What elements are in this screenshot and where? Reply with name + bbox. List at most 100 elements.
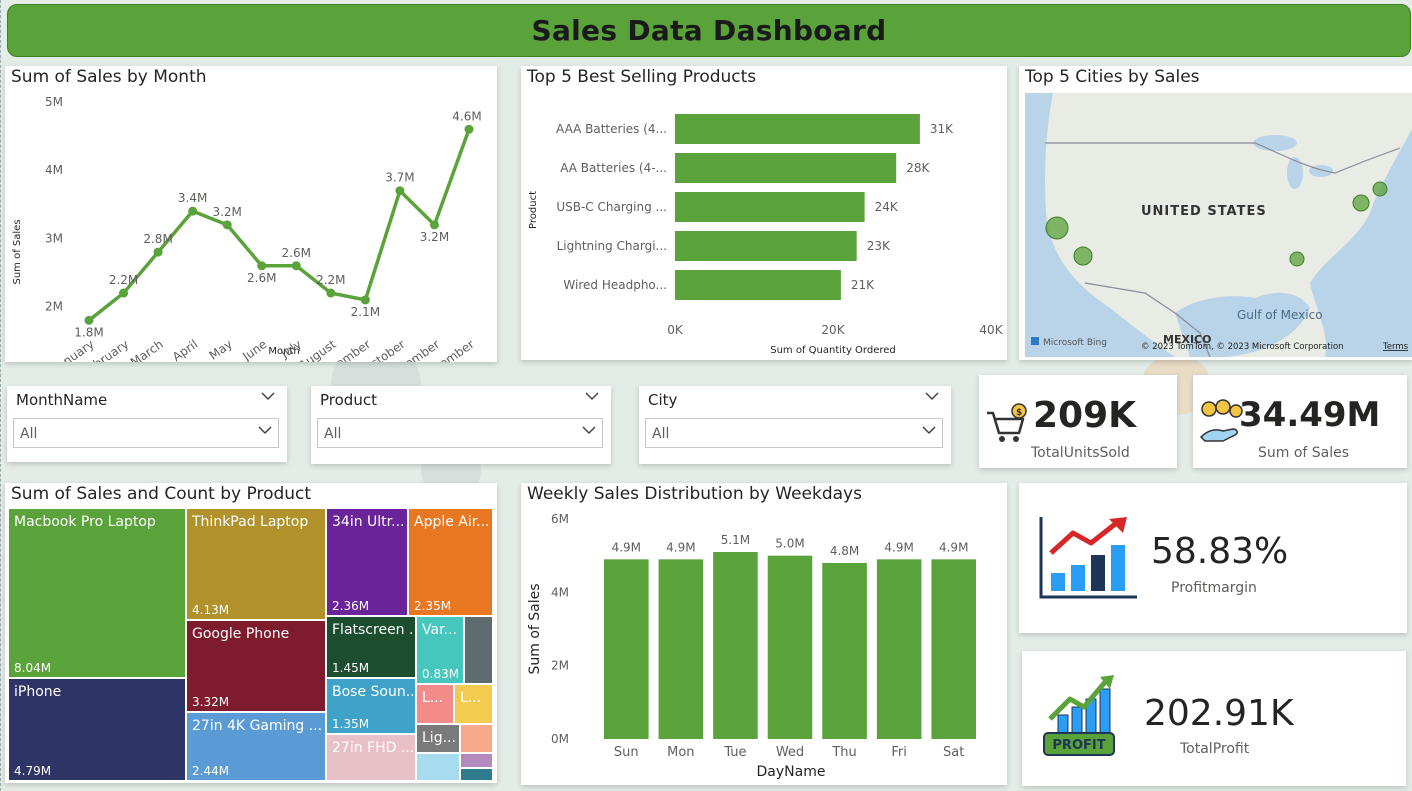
data-label: 4.9M <box>666 540 695 554</box>
slicer-title: City <box>648 391 678 409</box>
y-axis-title: Sum of Sales <box>12 219 23 284</box>
data-label: 28K <box>906 161 930 175</box>
svg-text:$: $ <box>1016 408 1022 418</box>
chevron-down-icon[interactable] <box>582 425 596 435</box>
city-bubble[interactable] <box>1372 181 1388 197</box>
treemap-cell[interactable] <box>464 616 493 684</box>
treemap-cell[interactable]: Apple Air... 2.35M <box>408 508 493 616</box>
sales-by-product-card[interactable]: Sum of Sales and Count by Product Macboo… <box>5 483 497 783</box>
treemap-cell-label: Flatscreen ... <box>332 622 416 638</box>
x-tick-label: Fri <box>891 745 907 760</box>
treemap-cell-value: 2.35M <box>414 599 452 613</box>
treemap-cell[interactable]: 27in FHD ... <box>326 734 416 781</box>
weekly-sales-chart[interactable]: 0M 2M 4M 6M Sum of Sales 4.9M Sun 4.9M Mon 5.1M Tu… <box>521 483 1007 785</box>
treemap-cell-label: L... <box>422 690 444 706</box>
slicer-title: Product <box>320 391 377 409</box>
y-tick-label: 2M <box>551 659 569 673</box>
terms-link[interactable]: Terms <box>1382 342 1409 352</box>
slicer-month[interactable]: MonthName All <box>7 386 287 462</box>
treemap-cell[interactable]: Var... 0.83M <box>416 616 464 684</box>
treemap-cell[interactable] <box>460 768 493 781</box>
kpi-sum-of-sales[interactable]: 34.49M Sum of Sales <box>1193 375 1407 468</box>
chevron-down-icon[interactable] <box>922 425 936 435</box>
slicer-dropdown[interactable]: All <box>13 418 279 448</box>
treemap-cell[interactable] <box>416 753 460 781</box>
city-bubble[interactable] <box>1352 194 1370 212</box>
top-cities-card[interactable]: Top 5 Cities by Sales UNITED STATES Gulf <box>1019 66 1412 360</box>
data-label: 5.1M <box>721 533 750 547</box>
y-tick-label: 5M <box>45 95 63 109</box>
sales-by-product-treemap[interactable]: Macbook Pro Laptop 8.04M iPhone 4.79M ThinkP… <box>8 508 493 781</box>
treemap-cell[interactable]: Google Phone 3.32M <box>186 620 326 712</box>
slicer-dropdown[interactable]: All <box>645 418 943 448</box>
treemap-cell[interactable]: Macbook Pro Laptop 8.04M <box>8 508 186 678</box>
data-label: 4.6M <box>452 109 481 123</box>
x-tick-label: May <box>207 337 235 362</box>
top-products-card[interactable]: Top 5 Best Selling Products AAA Batterie… <box>521 66 1007 360</box>
y-axis-title: Product <box>528 191 539 229</box>
sales-by-month-chart[interactable]: 2M3M4M5MSum of SalesMonth1.8MJanuary2.2M… <box>5 66 497 362</box>
chevron-down-icon[interactable] <box>925 391 939 401</box>
city-bubble[interactable] <box>1073 246 1093 266</box>
treemap-cell-label: Macbook Pro Laptop <box>14 514 156 530</box>
treemap-cell[interactable]: 34in Ultr... 2.36M <box>326 508 408 616</box>
slicer-product[interactable]: Product All <box>311 386 611 464</box>
treemap-cell[interactable]: Flatscreen ... 1.45M <box>326 616 416 678</box>
treemap-cell[interactable] <box>460 724 493 753</box>
treemap-cell[interactable] <box>460 753 493 768</box>
data-point <box>291 261 301 271</box>
slicer-dropdown[interactable]: All <box>317 418 603 448</box>
kpi-label: TotalUnitsSold <box>1031 445 1130 461</box>
treemap-cell-label: Var... <box>422 622 457 638</box>
map-attribution: © 2023 TomTom, © 2023 Microsoft Corporat… <box>1141 342 1344 352</box>
city-bubble[interactable] <box>1289 251 1305 267</box>
treemap-cell-value: 0.83M <box>422 667 460 681</box>
treemap-cell-value: 2.44M <box>192 764 230 778</box>
cart-coin-icon: $ <box>987 403 1027 442</box>
data-point <box>395 186 405 196</box>
sales-by-month-card[interactable]: Sum of Sales by Month 2M 3M 4M 5M Sum of Sal… <box>5 66 497 362</box>
data-label: 31K <box>930 122 954 136</box>
kpi-total-units[interactable]: $ 209K TotalUnitsSold <box>979 375 1177 468</box>
y-tick-label: 0M <box>551 732 569 746</box>
x-axis-title: DayName <box>757 764 826 780</box>
data-label: 4.9M <box>612 540 641 554</box>
slicer-city[interactable]: City All <box>639 386 951 464</box>
x-tick-label: January <box>51 337 97 362</box>
treemap-cell[interactable]: iPhone 4.79M <box>8 678 186 781</box>
treemap-cell-label: Google Phone <box>192 626 290 642</box>
kpi-label: Profitmargin <box>1171 580 1257 596</box>
bar <box>675 231 857 261</box>
bing-logo-icon <box>1031 337 1039 345</box>
treemap-cell[interactable]: L... <box>416 684 454 724</box>
treemap-cell-label: 34in Ultr... <box>332 514 405 530</box>
chevron-down-icon[interactable] <box>258 425 272 435</box>
weekly-sales-card[interactable]: Weekly Sales Distribution by Weekdays 0M… <box>521 483 1007 785</box>
data-point <box>153 247 163 257</box>
treemap-cell-value: 8.04M <box>14 661 52 675</box>
chevron-down-icon[interactable] <box>261 391 275 401</box>
data-point <box>464 124 474 134</box>
treemap-cell[interactable]: Lig... <box>416 724 460 753</box>
map-canvas[interactable]: UNITED STATES Gulf of Mexico MEXICO Micr… <box>1025 93 1412 357</box>
treemap-cell-label: 27in 4K Gaming ... <box>192 718 323 734</box>
bing-logo-text: Microsoft Bing <box>1043 338 1107 348</box>
treemap-cell[interactable]: ThinkPad Laptop 4.13M <box>186 508 326 620</box>
slicer-value: All <box>652 426 670 442</box>
kpi-profit-margin[interactable]: 58.83% Profitmargin <box>1019 483 1407 633</box>
treemap-cell[interactable]: Bose Soun... 1.35M <box>326 678 416 734</box>
treemap-cell[interactable]: L... <box>454 684 493 724</box>
cities-map[interactable]: UNITED STATES Gulf of Mexico MEXICO Micr… <box>1025 93 1412 357</box>
kpi-value: 34.49M <box>1239 395 1381 435</box>
chevron-down-icon[interactable] <box>585 391 599 401</box>
treemap-cell[interactable]: 27in 4K Gaming ... 2.44M <box>186 712 326 781</box>
slicer-title: MonthName <box>16 391 108 409</box>
data-point <box>326 288 336 298</box>
treemap-cell-label: Apple Air... <box>414 514 490 530</box>
y-tick-label: 4M <box>551 585 569 599</box>
kpi-total-profit[interactable]: PROFIT 202.91K TotalProfit <box>1022 651 1406 786</box>
bar <box>822 563 867 739</box>
city-bubble[interactable] <box>1045 216 1069 240</box>
top-products-chart[interactable]: AAA Batteries (4... 31K AA Batteries (4-..… <box>521 66 1007 360</box>
y-tick-label: Wired Headpho... <box>563 278 667 292</box>
